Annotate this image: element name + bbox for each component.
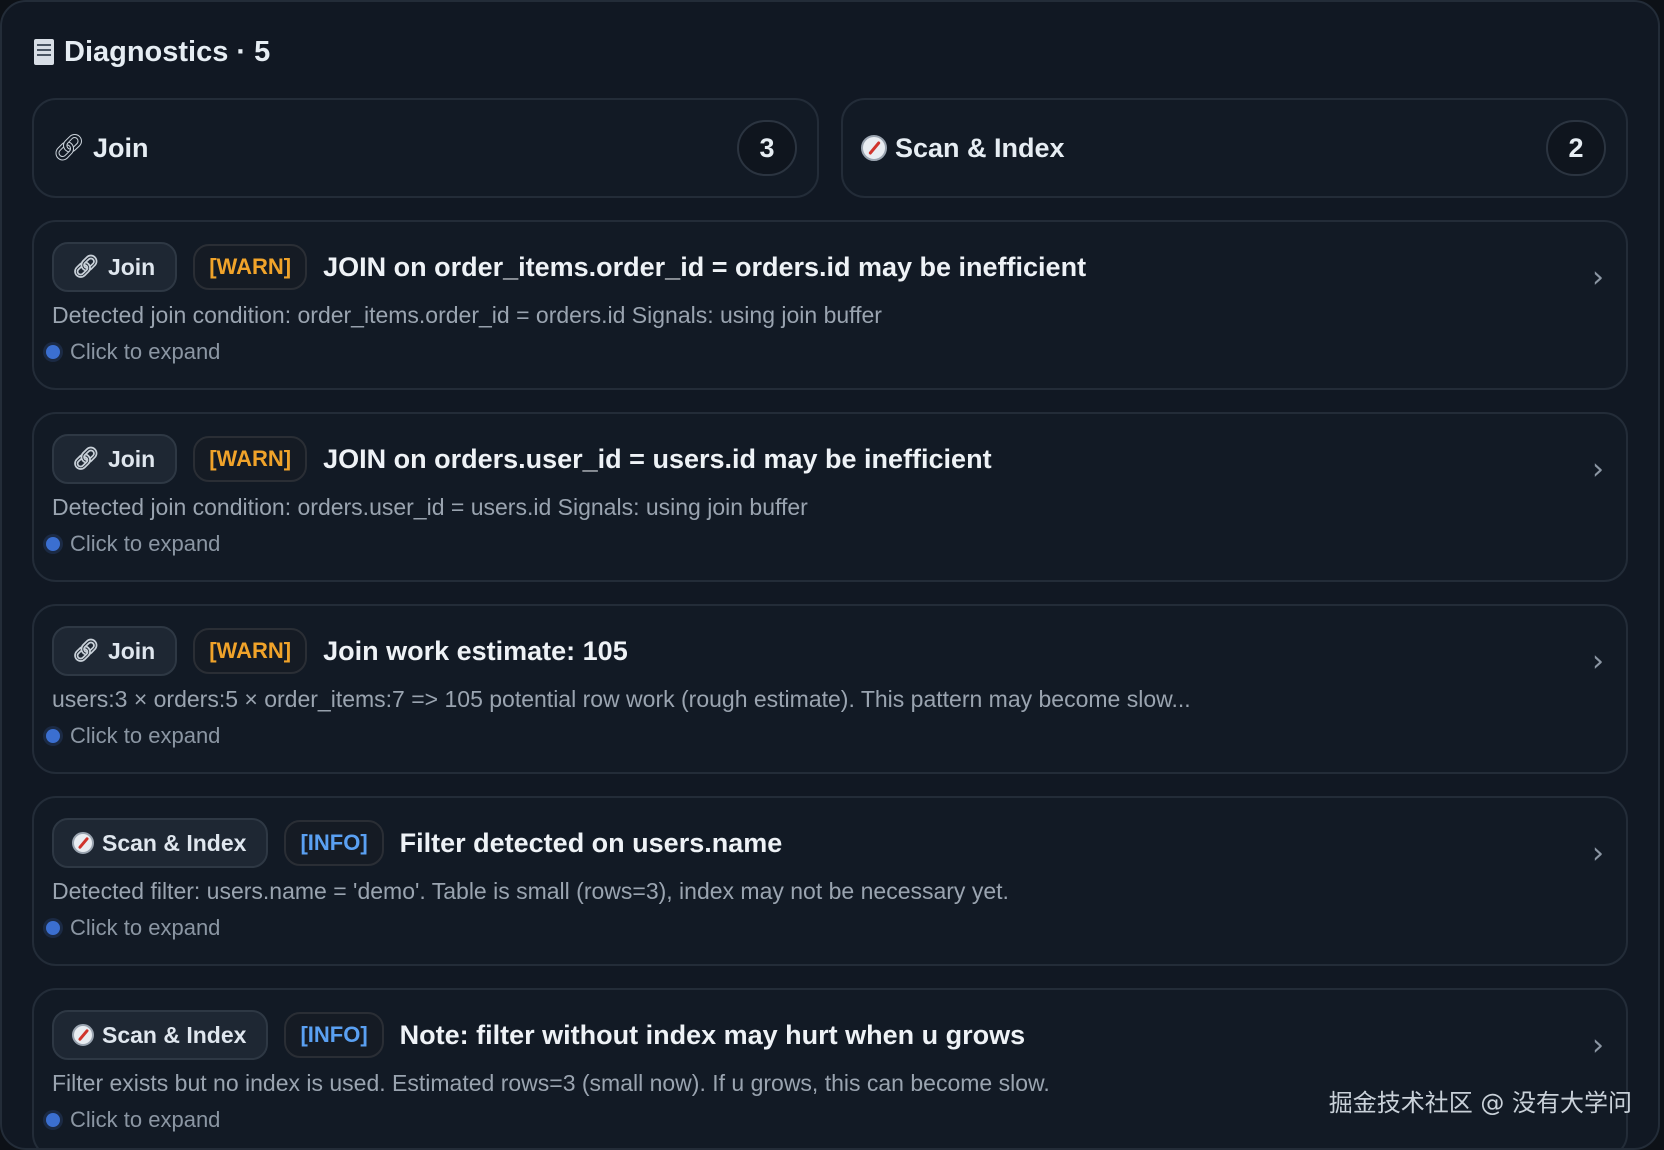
diagnostic-item[interactable]: Scan & Index [INFO] Note: filter without i… xyxy=(32,988,1628,1148)
watermark: 掘金技术社区 @ 没有大学问 xyxy=(1328,1089,1632,1117)
expand-label: Click to expand xyxy=(70,723,221,748)
category-summary: 🔗︎ Join 3 Scan & Index 2 xyxy=(32,98,1628,198)
link-icon: 🔗︎ xyxy=(72,638,100,664)
expand-label: Click to expand xyxy=(70,1107,221,1132)
expand-label: Click to expand xyxy=(70,339,221,364)
category-chip-label: Join xyxy=(107,445,156,472)
expand-toggle[interactable]: Click to expand xyxy=(46,915,1606,941)
severity-badge: [INFO] xyxy=(284,820,384,866)
diagnostic-title: Note: filter without index may hurt when… xyxy=(399,1019,1026,1050)
diagnostic-title: Join work estimate: 105 xyxy=(323,635,628,666)
severity-badge: [INFO] xyxy=(284,1012,384,1058)
expand-dot-icon xyxy=(46,729,60,743)
chevron-right-icon[interactable]: › xyxy=(1592,452,1604,487)
diagnostic-title: Filter detected on users.name xyxy=(399,827,783,858)
diagnostic-description: Detected join condition: order_items.ord… xyxy=(52,302,882,328)
severity-badge: [WARN] xyxy=(193,244,308,290)
link-icon: 🔗︎ xyxy=(72,254,100,280)
category-chip: 🔗︎ Join xyxy=(52,626,178,676)
compass-icon xyxy=(861,135,887,161)
category-chip-label: Scan & Index xyxy=(102,829,247,856)
diagnostics-header: Diagnostics · 5 xyxy=(34,32,1628,72)
diagnostic-description: Detected filter: users.name = 'demo'. Ta… xyxy=(52,878,1009,904)
diagnostic-title: JOIN on orders.user_id = users.id may be… xyxy=(323,443,992,474)
chevron-right-icon[interactable]: › xyxy=(1592,836,1604,871)
diagnostic-item[interactable]: 🔗︎ Join [WARN] JOIN on orders.user_id = use… xyxy=(32,412,1628,582)
expand-label: Click to expand xyxy=(70,915,221,940)
compass-icon xyxy=(72,832,94,854)
category-chip: Scan & Index xyxy=(52,818,269,868)
category-count-badge: 3 xyxy=(737,120,797,176)
category-chip: 🔗︎ Join xyxy=(52,242,178,292)
category-card-join[interactable]: 🔗︎ Join 3 xyxy=(32,98,819,198)
diagnostic-item[interactable]: 🔗︎ Join [WARN] JOIN on order_items.order_id… xyxy=(32,220,1628,390)
diagnostic-title: JOIN on order_items.order_id = orders.id… xyxy=(323,251,1087,282)
diagnostic-description: Filter exists but no index is used. Esti… xyxy=(52,1070,1050,1096)
expand-toggle[interactable]: Click to expand xyxy=(46,339,1606,365)
expand-dot-icon xyxy=(46,921,60,935)
expand-dot-icon xyxy=(46,537,60,551)
diagnostic-list: 🔗︎ Join [WARN] JOIN on order_items.order_id… xyxy=(32,220,1628,1148)
compass-icon xyxy=(72,1024,94,1046)
chevron-right-icon[interactable]: › xyxy=(1592,1028,1604,1063)
diagnostic-description: users:3 × orders:5 × order_items:7 => 10… xyxy=(52,686,1191,712)
link-icon: 🔗︎ xyxy=(52,133,86,163)
diagnostics-panel: Diagnostics · 5 🔗︎ Join 3 Scan & Index 2… xyxy=(0,0,1660,1150)
severity-badge: [WARN] xyxy=(193,436,308,482)
category-count-badge: 2 xyxy=(1546,120,1606,176)
category-chip: Scan & Index xyxy=(52,1010,269,1060)
category-label: Join xyxy=(93,132,149,163)
chevron-right-icon[interactable]: › xyxy=(1592,644,1604,679)
expand-dot-icon xyxy=(46,1113,60,1127)
link-icon: 🔗︎ xyxy=(72,446,100,472)
diagnostic-description: Detected join condition: orders.user_id … xyxy=(52,494,808,520)
diagnostic-item[interactable]: Scan & Index [INFO] Filter detected on use… xyxy=(32,796,1628,966)
category-label: Scan & Index xyxy=(895,132,1065,163)
category-chip-label: Scan & Index xyxy=(102,1021,247,1048)
category-card-scan-index[interactable]: Scan & Index 2 xyxy=(841,98,1628,198)
expand-toggle[interactable]: Click to expand xyxy=(46,531,1606,557)
expand-dot-icon xyxy=(46,345,60,359)
severity-badge: [WARN] xyxy=(193,628,308,674)
expand-toggle[interactable]: Click to expand xyxy=(46,723,1606,749)
category-chip-label: Join xyxy=(107,637,156,664)
diagnostic-item[interactable]: 🔗︎ Join [WARN] Join work estimate: 105 users… xyxy=(32,604,1628,774)
category-chip: 🔗︎ Join xyxy=(52,434,178,484)
document-icon xyxy=(34,39,54,65)
chevron-right-icon[interactable]: › xyxy=(1592,260,1604,295)
category-chip-label: Join xyxy=(107,253,156,280)
expand-label: Click to expand xyxy=(70,531,221,556)
page-title: Diagnostics · 5 xyxy=(64,35,271,68)
